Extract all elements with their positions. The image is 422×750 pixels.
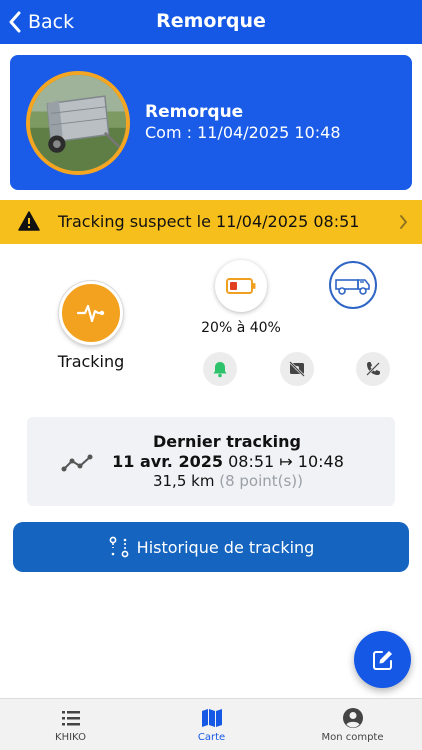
chevron-right-icon [400,215,408,229]
back-label: Back [28,11,75,33]
last-tracking-summary: 31,5 km (8 point(s)) [103,472,353,490]
gps-off-icon [289,361,305,377]
map-icon [201,709,222,727]
last-tracking-period: 11 avr. 2025 08:51 ↦ 10:48 [103,452,353,471]
vehicle-name: Remorque [145,102,244,122]
last-tracking-title: Dernier tracking [153,432,301,451]
vehicle-last-communication: Com : 11/04/2025 10:48 [145,123,341,142]
vehicle-card: Remorque Com : 11/04/2025 10:48 [10,55,412,190]
warning-icon [18,211,40,231]
nav-item-carte[interactable]: Carte [141,699,282,750]
alert-text: Tracking suspect le 11/04/2025 08:51 [58,212,360,231]
call-disabled-button[interactable] [356,352,390,386]
bottom-navigation: KHIKO Carte Mon compte [0,698,422,750]
tracking-alert-banner[interactable]: Tracking suspect le 11/04/2025 08:51 [0,200,422,244]
last-tracking-points: (8 point(s)) [219,472,304,490]
back-button[interactable]: Back [8,8,74,36]
vehicle-type-button[interactable] [329,261,377,309]
edit-fab-button[interactable] [354,631,411,688]
vehicle-photo [26,71,130,175]
route-icon [109,536,129,558]
battery-indicator [215,260,267,312]
nav-item-mon-compte[interactable]: Mon compte [282,699,422,750]
nav-item-khiko[interactable]: KHIKO [0,699,141,750]
last-tracking-times: 08:51 ↦ 10:48 [228,452,344,471]
bell-icon [213,362,227,378]
tracking-history-label: Historique de tracking [136,537,315,557]
nav-label-carte: Carte [197,732,226,743]
tracking-label: Tracking [57,352,125,371]
trailer-photo-image [30,75,126,171]
phone-off-icon [366,362,380,376]
last-tracking-card[interactable]: Dernier tracking 11 avr. 2025 08:51 ↦ 10… [27,417,395,506]
tracking-status-button[interactable] [59,281,123,345]
battery-level-label: 20% à 40% [201,320,281,336]
app-screen: Back Remorque Remorque Com : 11/04/2025 … [0,0,422,750]
notifications-button[interactable] [203,352,237,386]
nav-label-khiko: KHIKO [55,732,86,743]
list-icon [61,711,80,726]
account-icon [342,708,363,728]
last-tracking-distance: 31,5 km [152,472,215,490]
top-bar: Back Remorque [0,0,422,44]
nav-label-mon-compte: Mon compte [321,732,384,743]
truck-icon [335,279,370,295]
battery-icon [226,278,256,294]
edit-icon [372,650,392,670]
trend-line-icon [61,454,93,472]
gps-disabled-button[interactable] [280,352,314,386]
tracking-history-button[interactable]: Historique de tracking [13,522,409,572]
last-tracking-date: 11 avr. 2025 [112,452,223,471]
pulse-icon [76,304,105,323]
chevron-left-icon [9,11,21,33]
